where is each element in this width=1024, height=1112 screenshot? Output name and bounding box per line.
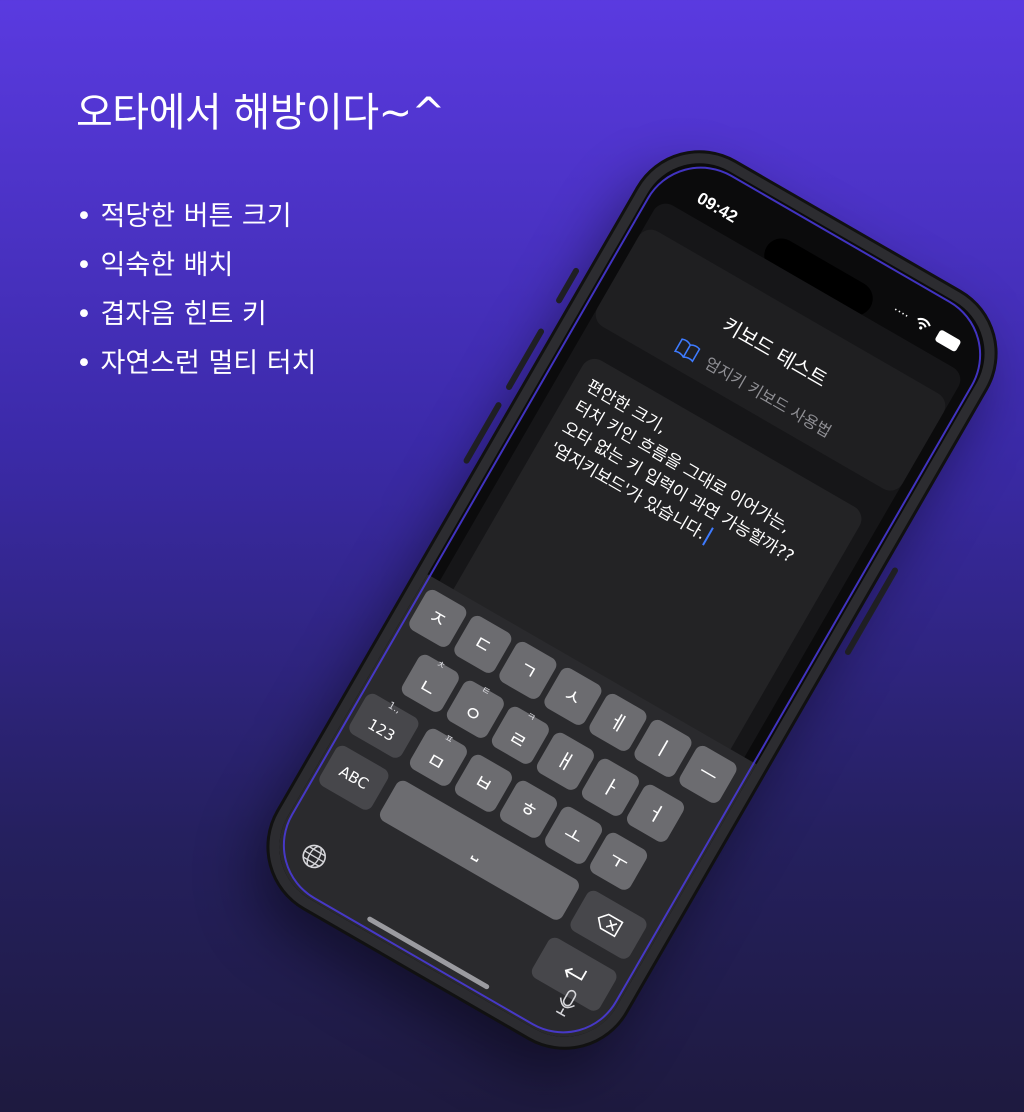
feature-item: 자연스런 멀티 터치 — [76, 339, 317, 388]
signal-icon: ···· — [889, 302, 912, 325]
promo-headline: 오타에서 해방이다~^ — [76, 90, 445, 136]
phone-screen: 09:42 ···· 키보드 테스트 엄지키 키보드 사용법 편안한 크기, 터… — [243, 127, 1021, 1073]
feature-item: 겹자음 힌트 키 — [76, 290, 316, 339]
wifi-icon — [908, 313, 936, 338]
phone-mockup: 09:42 ···· 키보드 테스트 엄지키 키보드 사용법 편안한 크기, 터… — [243, 127, 1021, 1073]
feature-item: 익숙한 배치 — [76, 241, 316, 290]
home-indicator — [366, 915, 491, 991]
feature-item: 적당한 버튼 크기 — [76, 192, 316, 241]
battery-icon — [934, 329, 962, 353]
globe-icon[interactable] — [293, 839, 332, 880]
microphone-icon[interactable] — [547, 984, 584, 1026]
book-icon — [673, 337, 701, 364]
backspace-icon — [593, 910, 625, 939]
feature-list: 적당한 버튼 크기 익숙한 배치 겹자음 힌트 키 자연스런 멀티 터치 — [76, 192, 317, 388]
